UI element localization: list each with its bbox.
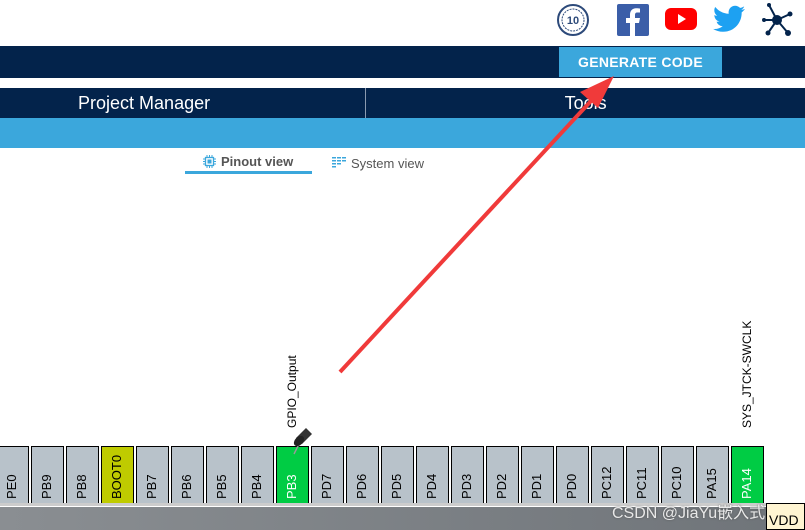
pin-pa15[interactable]: PA15 <box>696 446 729 504</box>
pin-pe0[interactable]: PE0 <box>0 446 29 504</box>
nav-tools[interactable]: Tools <box>366 88 805 118</box>
pin-pa14[interactable]: PA14 <box>731 446 764 504</box>
chip-icon <box>203 155 216 168</box>
pin-pd5[interactable]: PD5 <box>381 446 414 504</box>
pin-pd2[interactable]: PD2 <box>486 446 519 504</box>
pin-pc11[interactable]: PC11 <box>626 446 659 504</box>
tab-label: Pinout view <box>221 154 294 169</box>
system-view-icon <box>332 157 346 168</box>
pin-label: PC10 <box>668 466 684 499</box>
tab-system-view[interactable]: System view <box>332 152 442 174</box>
generate-code-button[interactable]: GENERATE CODE <box>559 47 722 77</box>
pin-pd0[interactable]: PD0 <box>556 446 589 504</box>
pin-label: PB3 <box>283 474 299 499</box>
pin-label: PB6 <box>178 474 194 499</box>
pin-label: PD0 <box>563 473 579 499</box>
pin-label: PD2 <box>493 473 509 499</box>
anniversary-10-years-icon[interactable]: 10 <box>557 4 589 36</box>
pin-label: PA15 <box>703 468 719 499</box>
svg-text:10: 10 <box>567 15 579 27</box>
pin-vdd[interactable]: VDD <box>766 503 805 530</box>
pin-pd7[interactable]: PD7 <box>311 446 344 504</box>
pin-pd6[interactable]: PD6 <box>346 446 379 504</box>
pin-label: PE0 <box>3 474 19 499</box>
pin-pc12[interactable]: PC12 <box>591 446 624 504</box>
pin-signal-label: SYS_JTCK-SWCLK <box>740 320 754 428</box>
twitter-icon[interactable] <box>713 5 745 33</box>
main-nav: Project Manager Tools <box>0 88 805 118</box>
nav-project-manager[interactable]: Project Manager <box>0 88 288 118</box>
pin-label: PD7 <box>318 473 334 499</box>
pin-pc10[interactable]: PC10 <box>661 446 694 504</box>
pin-label: PB4 <box>248 474 264 499</box>
pin-pd1[interactable]: PD1 <box>521 446 554 504</box>
pin-label: PB5 <box>213 474 229 499</box>
pin-pd3[interactable]: PD3 <box>451 446 484 504</box>
pin-label: PB7 <box>143 474 159 499</box>
watermark: CSDN @JiaYu嵌入式 <box>612 505 766 522</box>
pin-label: PB9 <box>38 474 54 499</box>
pin-label: PA14 <box>738 468 754 499</box>
pin-label: BOOT0 <box>108 454 124 499</box>
pin-pb6[interactable]: PB6 <box>171 446 204 504</box>
pin-label: PC11 <box>633 467 649 499</box>
pin-label: PB8 <box>73 474 89 499</box>
pin-signal-label: GPIO_Output <box>285 355 299 428</box>
pin-pb4[interactable]: PB4 <box>241 446 274 504</box>
pin-pb8[interactable]: PB8 <box>66 446 99 504</box>
tab-pinout-view[interactable]: Pinout view <box>185 152 312 174</box>
tab-label: System view <box>351 155 424 171</box>
youtube-icon[interactable] <box>665 8 697 30</box>
network-icon[interactable] <box>760 3 794 37</box>
facebook-icon[interactable] <box>617 4 649 36</box>
pin-pb9[interactable]: PB9 <box>31 446 64 504</box>
pin-pb7[interactable]: PB7 <box>136 446 169 504</box>
pin-boot0[interactable]: BOOT0 <box>101 446 134 504</box>
pin-label: PD5 <box>388 473 404 499</box>
pin-label: PD3 <box>458 473 474 499</box>
pin-pd4[interactable]: PD4 <box>416 446 449 504</box>
pin-label: PC12 <box>598 466 614 499</box>
pin-label: PD4 <box>423 473 439 499</box>
sub-toolbar <box>0 118 805 148</box>
pin-label: PD6 <box>353 473 369 499</box>
pin-pb5[interactable]: PB5 <box>206 446 239 504</box>
pin-label: PD1 <box>528 473 544 499</box>
